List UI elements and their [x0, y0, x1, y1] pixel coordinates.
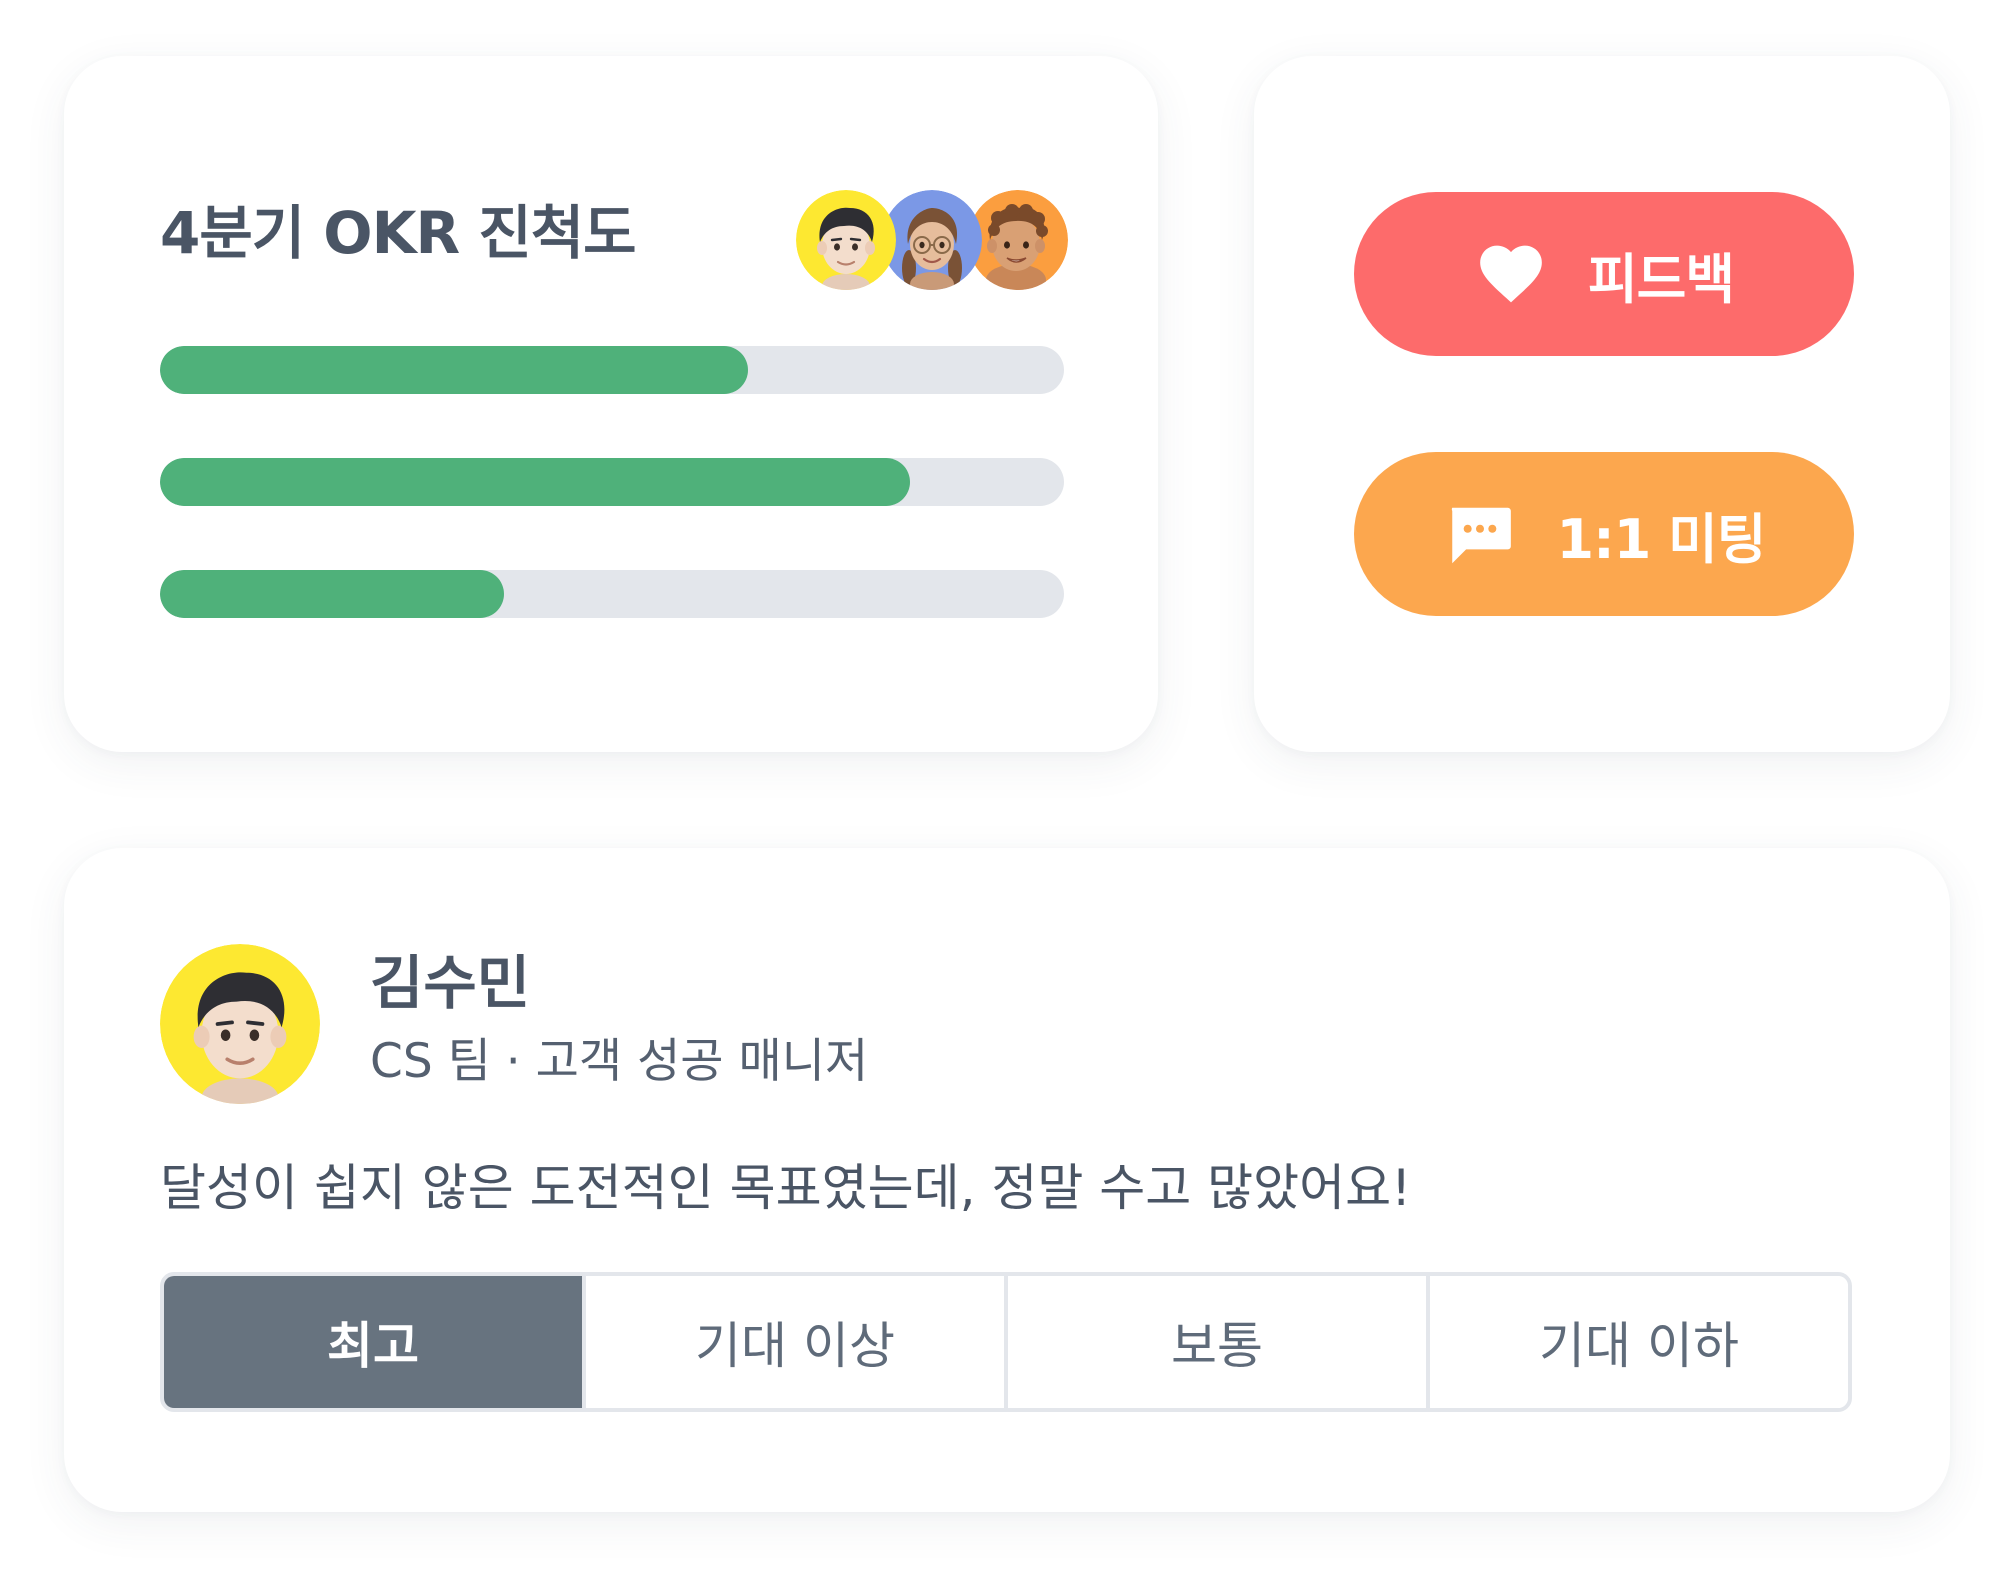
reviewer-role: CS 팀 · 고객 성공 매니저: [370, 1034, 869, 1089]
review-comment: 달성이 쉽지 않은 도전적인 목표였는데, 정말 수고 많았어요!: [160, 1159, 1412, 1217]
reviewer-avatar: [160, 944, 320, 1104]
reviewer-name: 김수민: [370, 949, 531, 1017]
okr-progress-bar-1: [160, 346, 1064, 394]
feedback-button-label: 피드백: [1587, 247, 1735, 311]
okr-progress-card: 4분기 OKR 진척도: [64, 56, 1158, 752]
okr-progress-fill-2: [160, 458, 911, 506]
okr-progress-fill-1: [160, 346, 748, 394]
memoji-curly-boy-avatar: [968, 190, 1068, 290]
review-card: 김수민 CS 팀 · 고객 성공 매니저 달성이 쉽지 않은 도전적인 목표였는…: [64, 848, 1950, 1512]
memoji-girl-glasses-avatar: [882, 190, 982, 290]
rating-option-below-expectation[interactable]: 기대 이하: [1426, 1276, 1848, 1408]
chat-bubble-icon: [1443, 497, 1517, 571]
feedback-button[interactable]: 피드백: [1354, 192, 1854, 356]
participant-avatars[interactable]: [796, 190, 1068, 290]
rating-segmented-control: 최고 기대 이상 보통 기대 이하: [160, 1272, 1852, 1412]
heart-icon: [1474, 237, 1548, 311]
meeting-button-label: 1:1 미팅: [1556, 507, 1767, 571]
rating-option-above-expectation[interactable]: 기대 이상: [582, 1276, 1004, 1408]
action-buttons-card: 피드백 1:1 미팅: [1254, 56, 1950, 752]
okr-progress-bar-3: [160, 570, 1064, 618]
one-on-one-meeting-button[interactable]: 1:1 미팅: [1354, 452, 1854, 616]
rating-option-best[interactable]: 최고: [164, 1276, 582, 1408]
memoji-boy-avatar: [796, 190, 896, 290]
okr-progress-bar-2: [160, 458, 1064, 506]
okr-progress-fill-3: [160, 570, 504, 618]
okr-card-title: 4분기 OKR 진척도: [160, 199, 636, 267]
rating-option-average[interactable]: 보통: [1004, 1276, 1426, 1408]
